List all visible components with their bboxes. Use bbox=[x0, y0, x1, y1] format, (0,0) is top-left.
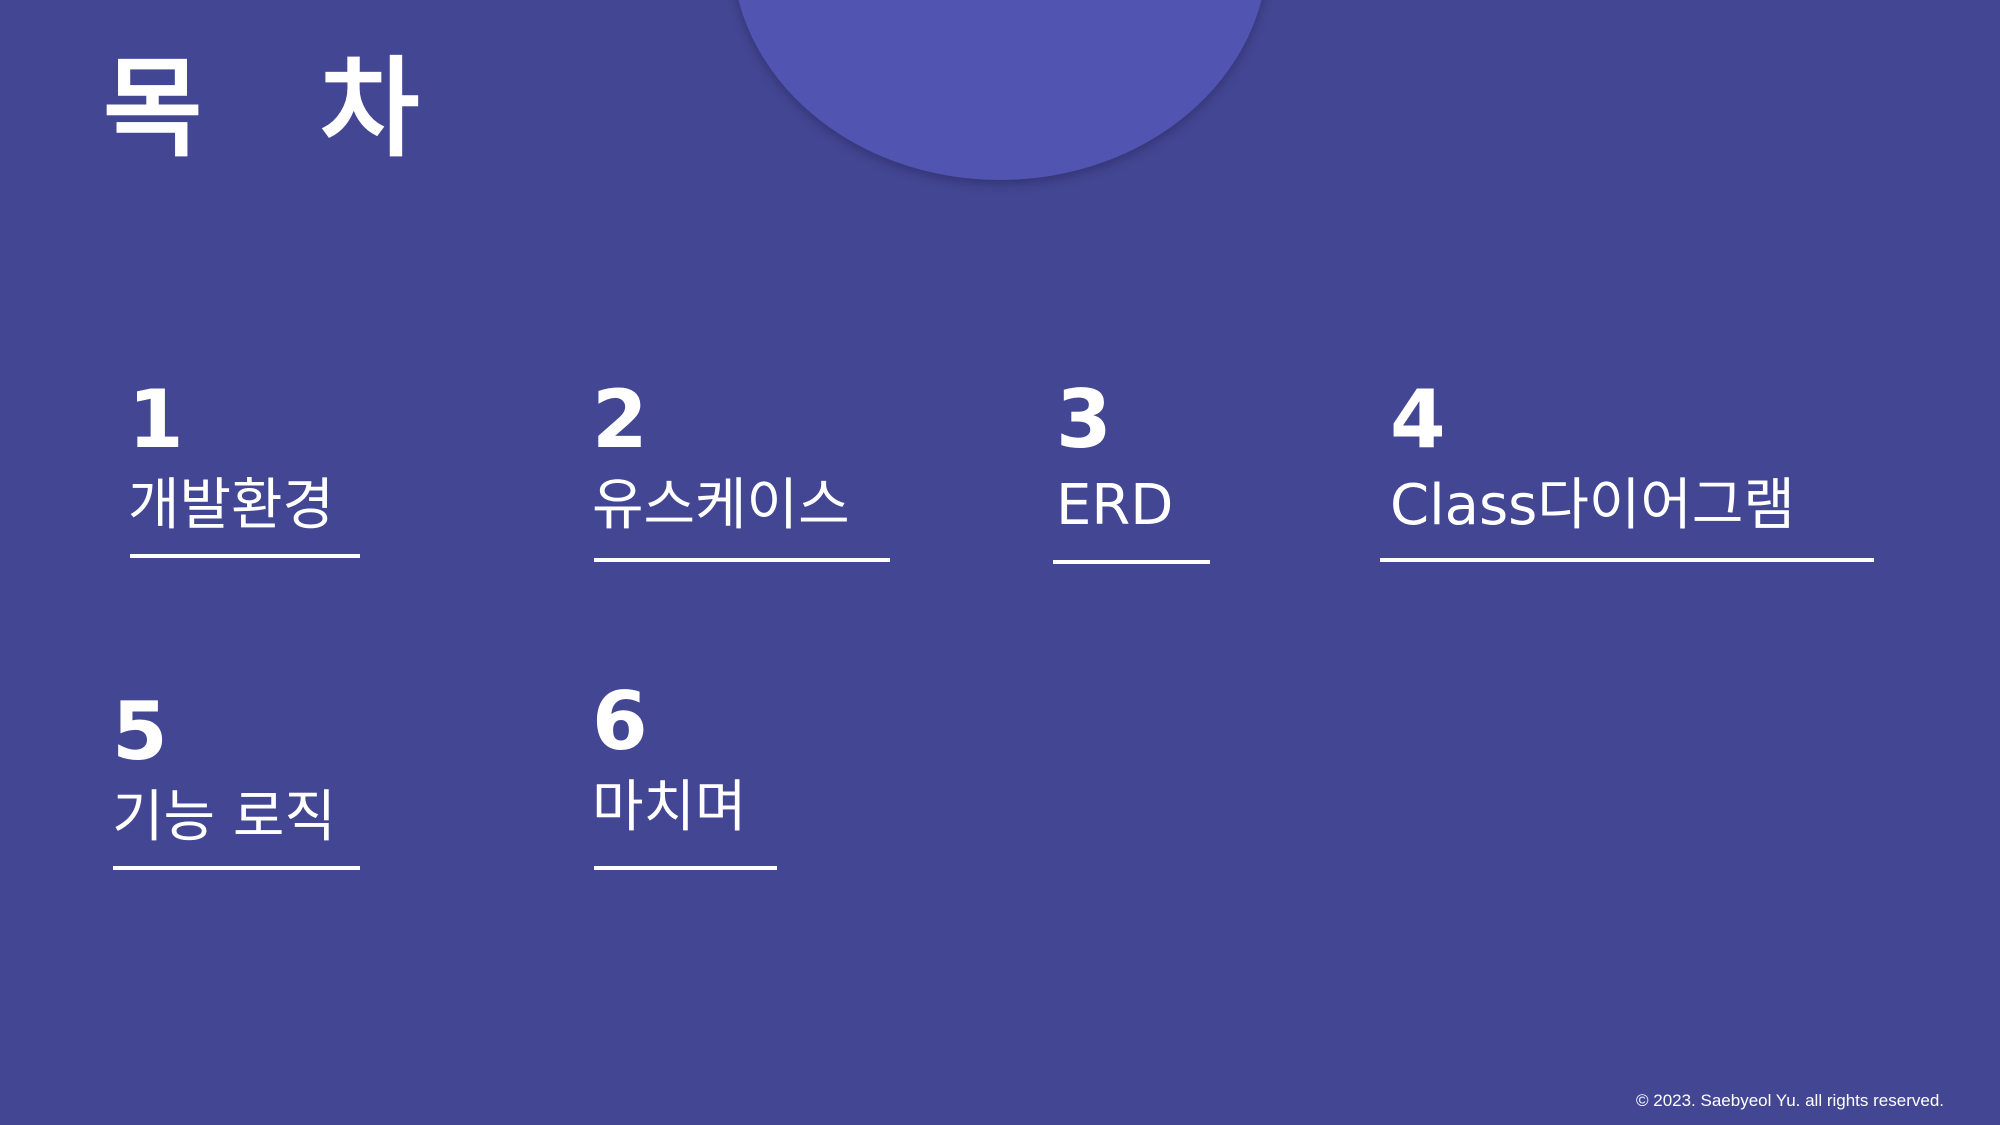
toc-label: 마치며 bbox=[592, 775, 747, 840]
slide-title: 목 차 bbox=[103, 47, 460, 172]
toc-underline-6 bbox=[594, 866, 777, 870]
copyright-footer: © 2023. Saebyeol Yu. all rights reserved… bbox=[1635, 1091, 1944, 1110]
toc-number: 5 bbox=[112, 685, 168, 778]
toc-label: 유스케이스 bbox=[592, 473, 850, 538]
toc-number: 2 bbox=[592, 373, 648, 466]
toc-underline-5 bbox=[113, 866, 360, 870]
toc-number: 4 bbox=[1390, 373, 1446, 466]
slide: 목 차 1 개발환경 2 유스케이스 3 ERD 4 Class다이어그램 5 … bbox=[0, 0, 2000, 1125]
toc-underline-1 bbox=[130, 554, 360, 558]
toc-underline-3 bbox=[1053, 560, 1210, 564]
decorative-circle bbox=[732, 0, 1268, 180]
toc-underline-2 bbox=[594, 558, 890, 562]
toc-number: 1 bbox=[128, 373, 184, 466]
toc-label: 기능 로직 bbox=[112, 785, 336, 850]
toc-underline-4 bbox=[1380, 558, 1874, 562]
toc-label: Class다이어그램 bbox=[1390, 473, 1795, 538]
toc-label: ERD bbox=[1056, 473, 1174, 538]
toc-number: 3 bbox=[1056, 373, 1112, 466]
toc-label: 개발환경 bbox=[128, 473, 335, 538]
toc-number: 6 bbox=[592, 675, 648, 768]
